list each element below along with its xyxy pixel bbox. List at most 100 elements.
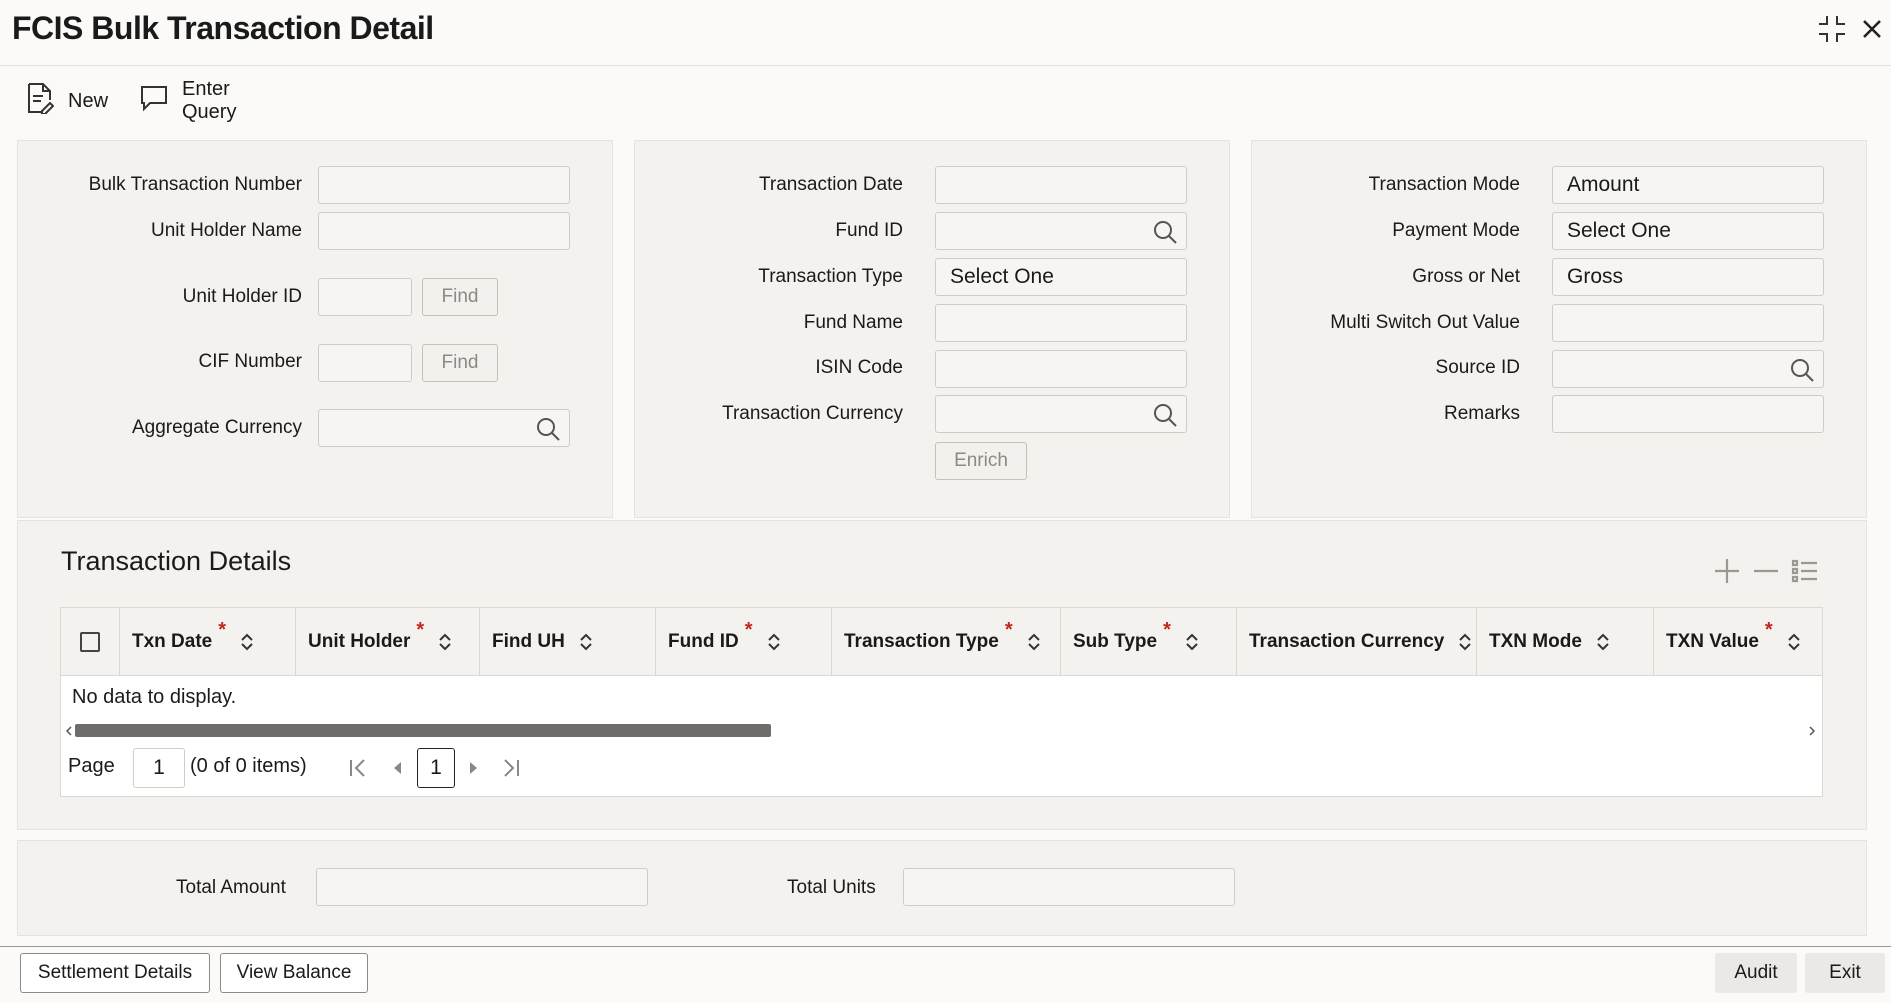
- new-document-icon: [26, 82, 55, 120]
- sort-icon[interactable]: [1787, 633, 1801, 651]
- sort-icon[interactable]: [438, 633, 452, 651]
- previous-page-icon[interactable]: [391, 758, 403, 783]
- transaction-mode-select[interactable]: Amount: [1552, 166, 1824, 204]
- unit-holder-id-input[interactable]: [318, 278, 412, 316]
- col-label: Fund ID: [668, 631, 739, 652]
- multi-switch-out-input[interactable]: [1552, 304, 1824, 342]
- col-transaction-type[interactable]: Transaction Type *: [832, 608, 1061, 676]
- search-icon[interactable]: [535, 416, 561, 448]
- unit-holder-name-input[interactable]: [318, 212, 570, 250]
- bulk-txn-number-input[interactable]: [318, 166, 570, 204]
- transaction-currency-input[interactable]: [935, 395, 1187, 433]
- scroll-right-arrow-icon[interactable]: [1808, 724, 1816, 742]
- col-txn-date[interactable]: Txn Date *: [120, 608, 296, 676]
- comment-icon: [140, 84, 168, 118]
- select-all-checkbox[interactable]: [80, 632, 100, 652]
- grid-header-row: Txn Date * Unit Holder * Find UH Fund ID * …: [61, 608, 1822, 676]
- fund-name-input[interactable]: [935, 304, 1187, 342]
- gross-or-net-value: Gross: [1567, 265, 1624, 288]
- isin-code-label: ISIN Code: [815, 357, 903, 378]
- enter-query-button[interactable]: Enter Query: [140, 76, 236, 126]
- find-cif-button[interactable]: Find: [422, 344, 498, 382]
- col-find-uh[interactable]: Find UH: [480, 608, 656, 676]
- isin-code-input[interactable]: [935, 350, 1187, 388]
- first-page-icon[interactable]: [348, 758, 368, 783]
- source-id-input[interactable]: [1552, 350, 1824, 388]
- collapse-icon[interactable]: [1815, 12, 1849, 46]
- delete-row-icon[interactable]: [1751, 556, 1781, 591]
- col-label: Transaction Type: [844, 631, 999, 652]
- page-title: FCIS Bulk Transaction Detail: [12, 10, 434, 46]
- aggregate-currency-input[interactable]: [318, 409, 570, 447]
- sort-icon[interactable]: [1185, 633, 1199, 651]
- add-row-icon[interactable]: [1712, 556, 1742, 591]
- transaction-date-label: Transaction Date: [759, 174, 903, 195]
- col-txn-mode[interactable]: TXN Mode: [1477, 608, 1654, 676]
- sort-icon[interactable]: [579, 633, 593, 651]
- col-transaction-currency[interactable]: Transaction Currency: [1237, 608, 1477, 676]
- sort-icon[interactable]: [1596, 633, 1610, 651]
- multi-switch-out-label: Multi Switch Out Value: [1330, 312, 1520, 333]
- scroll-left-arrow-icon[interactable]: [65, 724, 73, 742]
- payment-mode-value: Select One: [1567, 219, 1671, 242]
- total-amount-label: Total Amount: [176, 877, 286, 898]
- current-page-indicator[interactable]: 1: [417, 748, 455, 788]
- col-label: TXN Mode: [1489, 631, 1582, 652]
- search-icon[interactable]: [1152, 402, 1178, 434]
- new-button[interactable]: New: [26, 76, 108, 126]
- total-amount-input[interactable]: [316, 868, 648, 906]
- unit-holder-name-label: Unit Holder Name: [151, 220, 302, 241]
- sort-icon[interactable]: [1458, 633, 1472, 651]
- required-marker: *: [1163, 618, 1171, 641]
- next-page-icon[interactable]: [468, 758, 480, 783]
- required-marker: *: [416, 618, 425, 641]
- select-all-checkbox-cell: [61, 608, 120, 676]
- col-txn-value[interactable]: TXN Value *: [1654, 608, 1822, 676]
- col-sub-type[interactable]: Sub Type *: [1061, 608, 1237, 676]
- cif-number-label: CIF Number: [198, 351, 302, 372]
- page-number-input[interactable]: 1: [133, 748, 185, 788]
- unit-holder-id-label: Unit Holder ID: [182, 286, 302, 307]
- transaction-currency-label: Transaction Currency: [722, 403, 903, 424]
- transaction-type-label: Transaction Type: [758, 266, 903, 287]
- remarks-input[interactable]: [1552, 395, 1824, 433]
- col-label: Sub Type: [1073, 631, 1158, 652]
- sort-icon[interactable]: [1027, 633, 1041, 651]
- horizontal-scrollbar-thumb[interactable]: [75, 724, 771, 737]
- audit-button[interactable]: Audit: [1715, 953, 1797, 993]
- col-label: Find UH: [492, 631, 565, 652]
- sort-icon[interactable]: [767, 633, 781, 651]
- enrich-button[interactable]: Enrich: [935, 442, 1027, 480]
- close-icon[interactable]: [1855, 12, 1889, 46]
- footer-divider: [0, 946, 1891, 947]
- search-icon[interactable]: [1152, 219, 1178, 251]
- total-units-label: Total Units: [787, 877, 876, 898]
- fund-id-input[interactable]: [935, 212, 1187, 250]
- fund-id-label: Fund ID: [835, 220, 903, 241]
- required-marker: *: [744, 618, 753, 641]
- transaction-type-select[interactable]: Select One: [935, 258, 1187, 296]
- transaction-date-input[interactable]: [935, 166, 1187, 204]
- items-count: (0 of 0 items): [190, 755, 307, 777]
- settlement-details-button[interactable]: Settlement Details: [20, 953, 210, 993]
- transaction-mode-value: Amount: [1567, 173, 1640, 196]
- col-unit-holder[interactable]: Unit Holder *: [296, 608, 480, 676]
- bulk-txn-number-label: Bulk Transaction Number: [88, 174, 302, 195]
- total-units-input[interactable]: [903, 868, 1235, 906]
- view-balance-button[interactable]: View Balance: [220, 953, 368, 993]
- exit-button[interactable]: Exit: [1805, 953, 1885, 993]
- empty-grid-message: No data to display.: [72, 686, 237, 708]
- last-page-icon[interactable]: [501, 758, 521, 783]
- transaction-details-title: Transaction Details: [61, 546, 292, 576]
- payment-mode-label: Payment Mode: [1392, 220, 1520, 241]
- search-icon[interactable]: [1789, 357, 1815, 389]
- cif-number-input[interactable]: [318, 344, 412, 382]
- gross-or-net-select[interactable]: Gross: [1552, 258, 1824, 296]
- page-label: Page: [68, 755, 115, 777]
- single-record-view-icon[interactable]: [1790, 556, 1820, 591]
- payment-mode-select[interactable]: Select One: [1552, 212, 1824, 250]
- required-marker: *: [1764, 618, 1773, 641]
- sort-icon[interactable]: [240, 633, 254, 651]
- col-fund-id[interactable]: Fund ID *: [656, 608, 832, 676]
- find-unit-holder-button[interactable]: Find: [422, 278, 498, 316]
